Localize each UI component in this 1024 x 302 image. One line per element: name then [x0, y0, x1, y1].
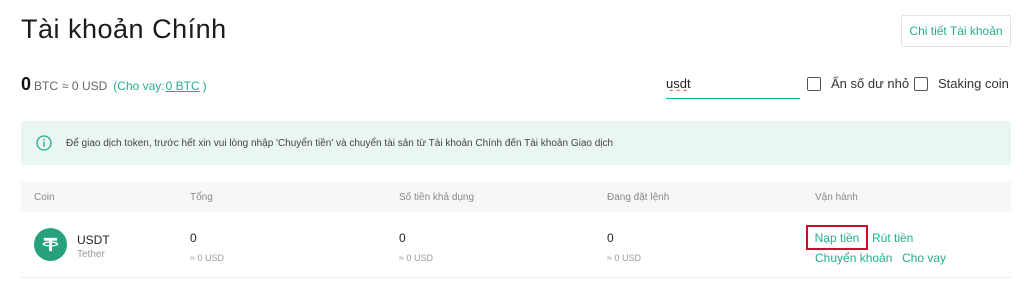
page-title: Tài khoản Chính [21, 14, 227, 44]
total-value: 0 [190, 231, 197, 245]
search-input[interactable] [666, 76, 800, 95]
notice-text: Để giao dịch token, trước hết xin vui lò… [66, 137, 614, 149]
in-order-value: 0 [607, 231, 614, 245]
loan-prefix: (Cho vay: [113, 79, 165, 93]
tether-icon [34, 228, 67, 261]
coin-symbol: USDT [77, 233, 110, 247]
account-detail-button[interactable]: Chi tiết Tài khoản [901, 15, 1011, 47]
transfer-link[interactable]: Chuyển khoản [815, 251, 892, 265]
balance-unit: BTC [34, 79, 59, 93]
staking-coin-toggle[interactable]: Staking coin [914, 76, 1009, 91]
in-order-usd: ≈ 0 USD [607, 253, 641, 263]
staking-label: Staking coin [938, 76, 1009, 91]
deposit-link[interactable]: Nạp tiền [806, 225, 868, 250]
hide-small-label: Ẩn số dư nhỏ [831, 76, 910, 91]
column-in-order: Đang đặt lệnh [607, 192, 670, 203]
table-row: USDT Tether 0 ≈ 0 USD 0 ≈ 0 USD 0 ≈ 0 US… [21, 216, 1011, 278]
withdraw-link[interactable]: Rút tiền [872, 231, 913, 245]
column-available: Số tiền khả dụng [399, 192, 475, 203]
lend-link[interactable]: Cho vay [902, 251, 946, 265]
column-total: Tổng [190, 192, 213, 203]
hide-small-checkbox[interactable] [807, 76, 821, 91]
table-header: Coin Tổng Số tiền khả dụng Đang đặt lệnh… [21, 182, 1011, 212]
balance-usd: ≈ 0 USD [62, 79, 108, 93]
hide-small-balances-toggle[interactable]: Ẩn số dư nhỏ [807, 76, 909, 91]
balance-summary: 0 BTC ≈ 0 USD (Cho vay: 0 BTC ) [21, 74, 207, 95]
loan-value-link[interactable]: 0 BTC [166, 79, 200, 93]
total-usd: ≈ 0 USD [190, 253, 224, 263]
info-icon [36, 135, 52, 151]
available-value: 0 [399, 231, 406, 245]
column-actions: Vận hành [815, 192, 858, 203]
loan-suffix: ) [202, 79, 207, 93]
available-usd: ≈ 0 USD [399, 253, 433, 263]
search-field[interactable] [666, 75, 800, 99]
balance-amount: 0 [21, 74, 32, 94]
staking-checkbox[interactable] [914, 76, 928, 91]
column-coin: Coin [34, 192, 55, 203]
coin-name: Tether [77, 249, 105, 260]
notice-banner: Để giao dịch token, trước hết xin vui lò… [21, 121, 1011, 165]
